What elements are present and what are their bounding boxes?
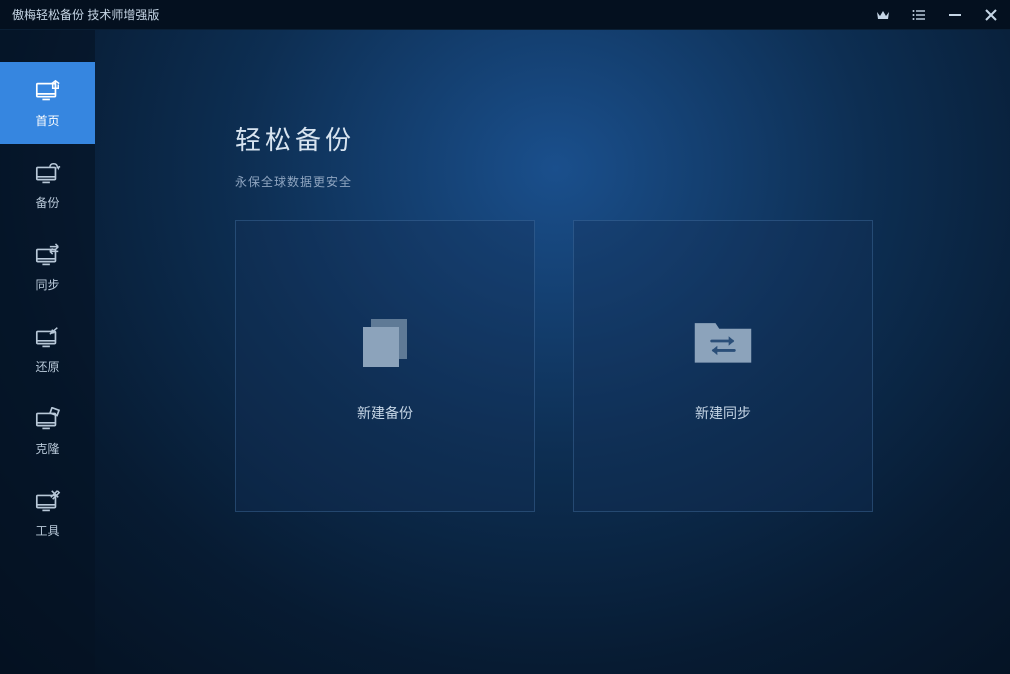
sidebar-item-label: 工具 xyxy=(35,522,59,539)
app-title: 傲梅轻松备份 技术师增强版 xyxy=(12,6,159,23)
sidebar-item-backup[interactable]: 备份 xyxy=(0,144,95,226)
sync-icon xyxy=(34,242,62,270)
titlebar-controls xyxy=(874,6,1000,24)
crown-icon[interactable] xyxy=(874,6,892,24)
app-body: 首页 备份 xyxy=(0,30,1010,674)
close-button[interactable] xyxy=(982,6,1000,24)
restore-icon xyxy=(34,324,62,352)
sidebar-item-restore[interactable]: 还原 xyxy=(0,308,95,390)
minimize-button[interactable] xyxy=(946,6,964,24)
list-icon[interactable] xyxy=(910,6,928,24)
sidebar-item-label: 还原 xyxy=(35,358,59,375)
tools-icon xyxy=(34,488,62,516)
cards-row: 新建备份 新建同步 xyxy=(235,220,950,512)
main-content: 轻松备份 永保全球数据更安全 新建备份 xyxy=(95,30,1010,674)
sidebar-item-home[interactable]: 首页 xyxy=(0,62,95,144)
card-label: 新建备份 xyxy=(357,403,413,423)
titlebar: 傲梅轻松备份 技术师增强版 xyxy=(0,0,1010,30)
sidebar-item-clone[interactable]: 克隆 xyxy=(0,390,95,472)
home-icon xyxy=(34,78,62,106)
new-sync-icon xyxy=(691,309,755,373)
card-new-backup[interactable]: 新建备份 xyxy=(235,220,535,512)
sidebar-item-label: 首页 xyxy=(35,112,59,129)
backup-icon xyxy=(34,160,62,188)
sidebar-item-label: 克隆 xyxy=(35,440,59,457)
card-new-sync[interactable]: 新建同步 xyxy=(573,220,873,512)
sidebar-item-sync[interactable]: 同步 xyxy=(0,226,95,308)
clone-icon xyxy=(34,406,62,434)
page-title: 轻松备份 xyxy=(235,120,950,157)
card-label: 新建同步 xyxy=(695,403,751,423)
sidebar-item-tools[interactable]: 工具 xyxy=(0,472,95,554)
new-backup-icon xyxy=(353,309,417,373)
sidebar: 首页 备份 xyxy=(0,30,95,674)
sidebar-item-label: 同步 xyxy=(35,276,59,293)
page-subtitle: 永保全球数据更安全 xyxy=(235,173,950,190)
sidebar-item-label: 备份 xyxy=(35,194,59,211)
